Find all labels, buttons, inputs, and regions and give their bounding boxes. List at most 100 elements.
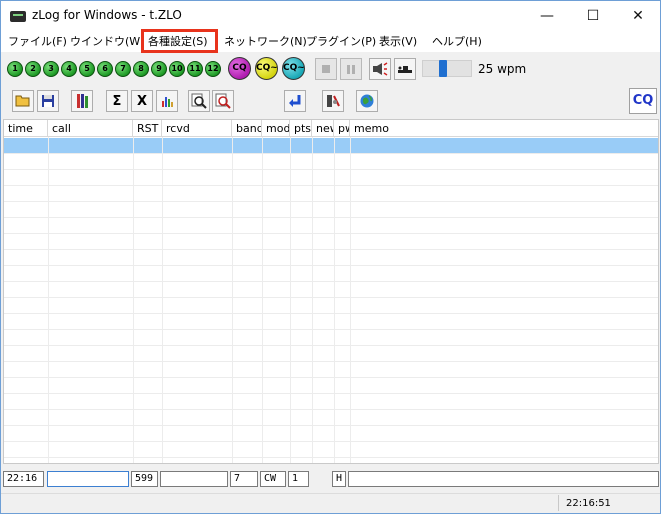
band-field[interactable]: 7 xyxy=(230,471,258,487)
app-icon xyxy=(10,11,26,22)
cw-key-4-button[interactable]: 4 xyxy=(61,61,77,77)
table-row[interactable] xyxy=(4,218,658,234)
table-row[interactable] xyxy=(4,394,658,410)
cw-key-6-button[interactable]: 6 xyxy=(97,61,113,77)
zoom-out-button[interactable] xyxy=(212,90,234,112)
table-row[interactable] xyxy=(4,330,658,346)
title-bar: zLog for Windows - t.ZLO — ☐ ✕ xyxy=(1,1,660,31)
column-divider xyxy=(262,137,263,463)
pause-button[interactable] xyxy=(340,58,362,80)
column-header-power[interactable]: pw xyxy=(334,120,350,137)
table-row[interactable] xyxy=(4,378,658,394)
call-input[interactable] xyxy=(47,471,129,487)
grid-header: time call RST rcvd band mod pts new pw m… xyxy=(4,120,658,137)
table-row[interactable] xyxy=(4,154,658,170)
menu-settings[interactable]: 各種設定(S) xyxy=(148,33,208,50)
rcvd-input[interactable] xyxy=(160,471,228,487)
table-row[interactable] xyxy=(4,298,658,314)
save-button[interactable] xyxy=(37,90,59,112)
cq-1-button[interactable]: CQ xyxy=(228,57,251,80)
globe-button[interactable] xyxy=(356,90,378,112)
column-divider xyxy=(334,137,335,463)
cw-key-11-button[interactable]: 11 xyxy=(187,61,203,77)
sidetone-button[interactable] xyxy=(369,58,391,80)
multiplier-button[interactable]: X xyxy=(131,90,153,112)
cw-key-8-button[interactable]: 8 xyxy=(133,61,149,77)
table-row[interactable] xyxy=(4,186,658,202)
cw-key-10-button[interactable]: 10 xyxy=(169,61,185,77)
open-folder-icon xyxy=(15,95,30,107)
table-row[interactable] xyxy=(4,234,658,250)
column-header-time[interactable]: time xyxy=(4,120,48,137)
cq-2-button[interactable]: CQ~ xyxy=(255,57,278,80)
speed-slider-track[interactable] xyxy=(422,60,472,77)
menu-file[interactable]: ファイル(F) xyxy=(8,33,67,50)
menu-bar: ファイル(F) ウインドウ(W) 各種設定(S) ネットワーク(N) プラグイン… xyxy=(1,31,660,52)
minimize-button[interactable]: — xyxy=(524,1,570,31)
menu-network[interactable]: ネットワーク(N) xyxy=(224,33,307,50)
menu-plugin[interactable]: プラグイン(P) xyxy=(306,33,376,50)
column-header-memo[interactable]: memo xyxy=(350,120,658,137)
mode-field[interactable]: CW xyxy=(260,471,286,487)
menu-window[interactable]: ウインドウ(W) xyxy=(70,33,144,50)
save-icon xyxy=(42,95,54,107)
power-field[interactable]: H xyxy=(332,471,346,487)
table-row[interactable] xyxy=(4,362,658,378)
cw-key-5-button[interactable]: 5 xyxy=(79,61,95,77)
rst-input[interactable]: 599 xyxy=(131,471,158,487)
stop-button[interactable] xyxy=(315,58,337,80)
book-button[interactable] xyxy=(71,90,93,112)
column-header-mode[interactable]: mod xyxy=(262,120,290,137)
stop-icon xyxy=(322,65,330,73)
column-header-call[interactable]: call xyxy=(48,120,133,137)
open-button[interactable] xyxy=(12,90,34,112)
cq-3-button[interactable]: CQ~ xyxy=(282,57,305,80)
selected-row[interactable] xyxy=(4,138,658,154)
table-row[interactable] xyxy=(4,442,658,458)
cw-key-9-button[interactable]: 9 xyxy=(151,61,167,77)
cq-mode-indicator[interactable]: CQ xyxy=(629,88,657,114)
time-field[interactable]: 22:16 xyxy=(3,471,44,487)
app-window: zLog for Windows - t.ZLO — ☐ ✕ ファイル(F) ウ… xyxy=(0,0,661,514)
zoom-in-button[interactable] xyxy=(188,90,210,112)
speed-slider-thumb[interactable] xyxy=(439,60,447,77)
paddle-button[interactable] xyxy=(394,58,416,80)
table-row[interactable] xyxy=(4,202,658,218)
column-header-rcvd[interactable]: rcvd xyxy=(162,120,232,137)
menu-view[interactable]: 表示(V) xyxy=(379,33,417,50)
book-icon xyxy=(77,94,88,108)
zoom-in-icon xyxy=(191,93,207,109)
column-divider xyxy=(232,137,233,463)
cw-key-12-button[interactable]: 12 xyxy=(205,61,221,77)
tools-button[interactable] xyxy=(322,90,344,112)
status-clock: 22:16:51 xyxy=(566,498,611,509)
summary-button[interactable]: Σ xyxy=(106,90,128,112)
cw-key-2-button[interactable]: 2 xyxy=(25,61,41,77)
points-field[interactable]: 1 xyxy=(288,471,309,487)
cw-key-3-button[interactable]: 3 xyxy=(43,61,59,77)
table-row[interactable] xyxy=(4,346,658,362)
table-row[interactable] xyxy=(4,250,658,266)
table-row[interactable] xyxy=(4,266,658,282)
table-row[interactable] xyxy=(4,314,658,330)
zoom-out-icon xyxy=(215,93,231,109)
x-icon: X xyxy=(136,93,148,109)
return-button[interactable] xyxy=(284,90,306,112)
close-button[interactable]: ✕ xyxy=(615,1,661,31)
memo-input[interactable] xyxy=(348,471,659,487)
table-row[interactable] xyxy=(4,410,658,426)
qso-log-grid[interactable]: time call RST rcvd band mod pts new pw m… xyxy=(3,119,659,464)
menu-help[interactable]: ヘルプ(H) xyxy=(432,33,482,50)
cw-key-1-button[interactable]: 1 xyxy=(7,61,23,77)
maximize-button[interactable]: ☐ xyxy=(570,1,616,31)
globe-icon xyxy=(360,94,374,108)
column-header-pts[interactable]: pts xyxy=(290,120,312,137)
column-header-new[interactable]: new xyxy=(312,120,334,137)
table-row[interactable] xyxy=(4,282,658,298)
table-row[interactable] xyxy=(4,426,658,442)
graph-button[interactable] xyxy=(156,90,178,112)
table-row[interactable] xyxy=(4,170,658,186)
cw-key-7-button[interactable]: 7 xyxy=(115,61,131,77)
column-header-rst[interactable]: RST xyxy=(133,120,162,137)
column-header-band[interactable]: band xyxy=(232,120,262,137)
